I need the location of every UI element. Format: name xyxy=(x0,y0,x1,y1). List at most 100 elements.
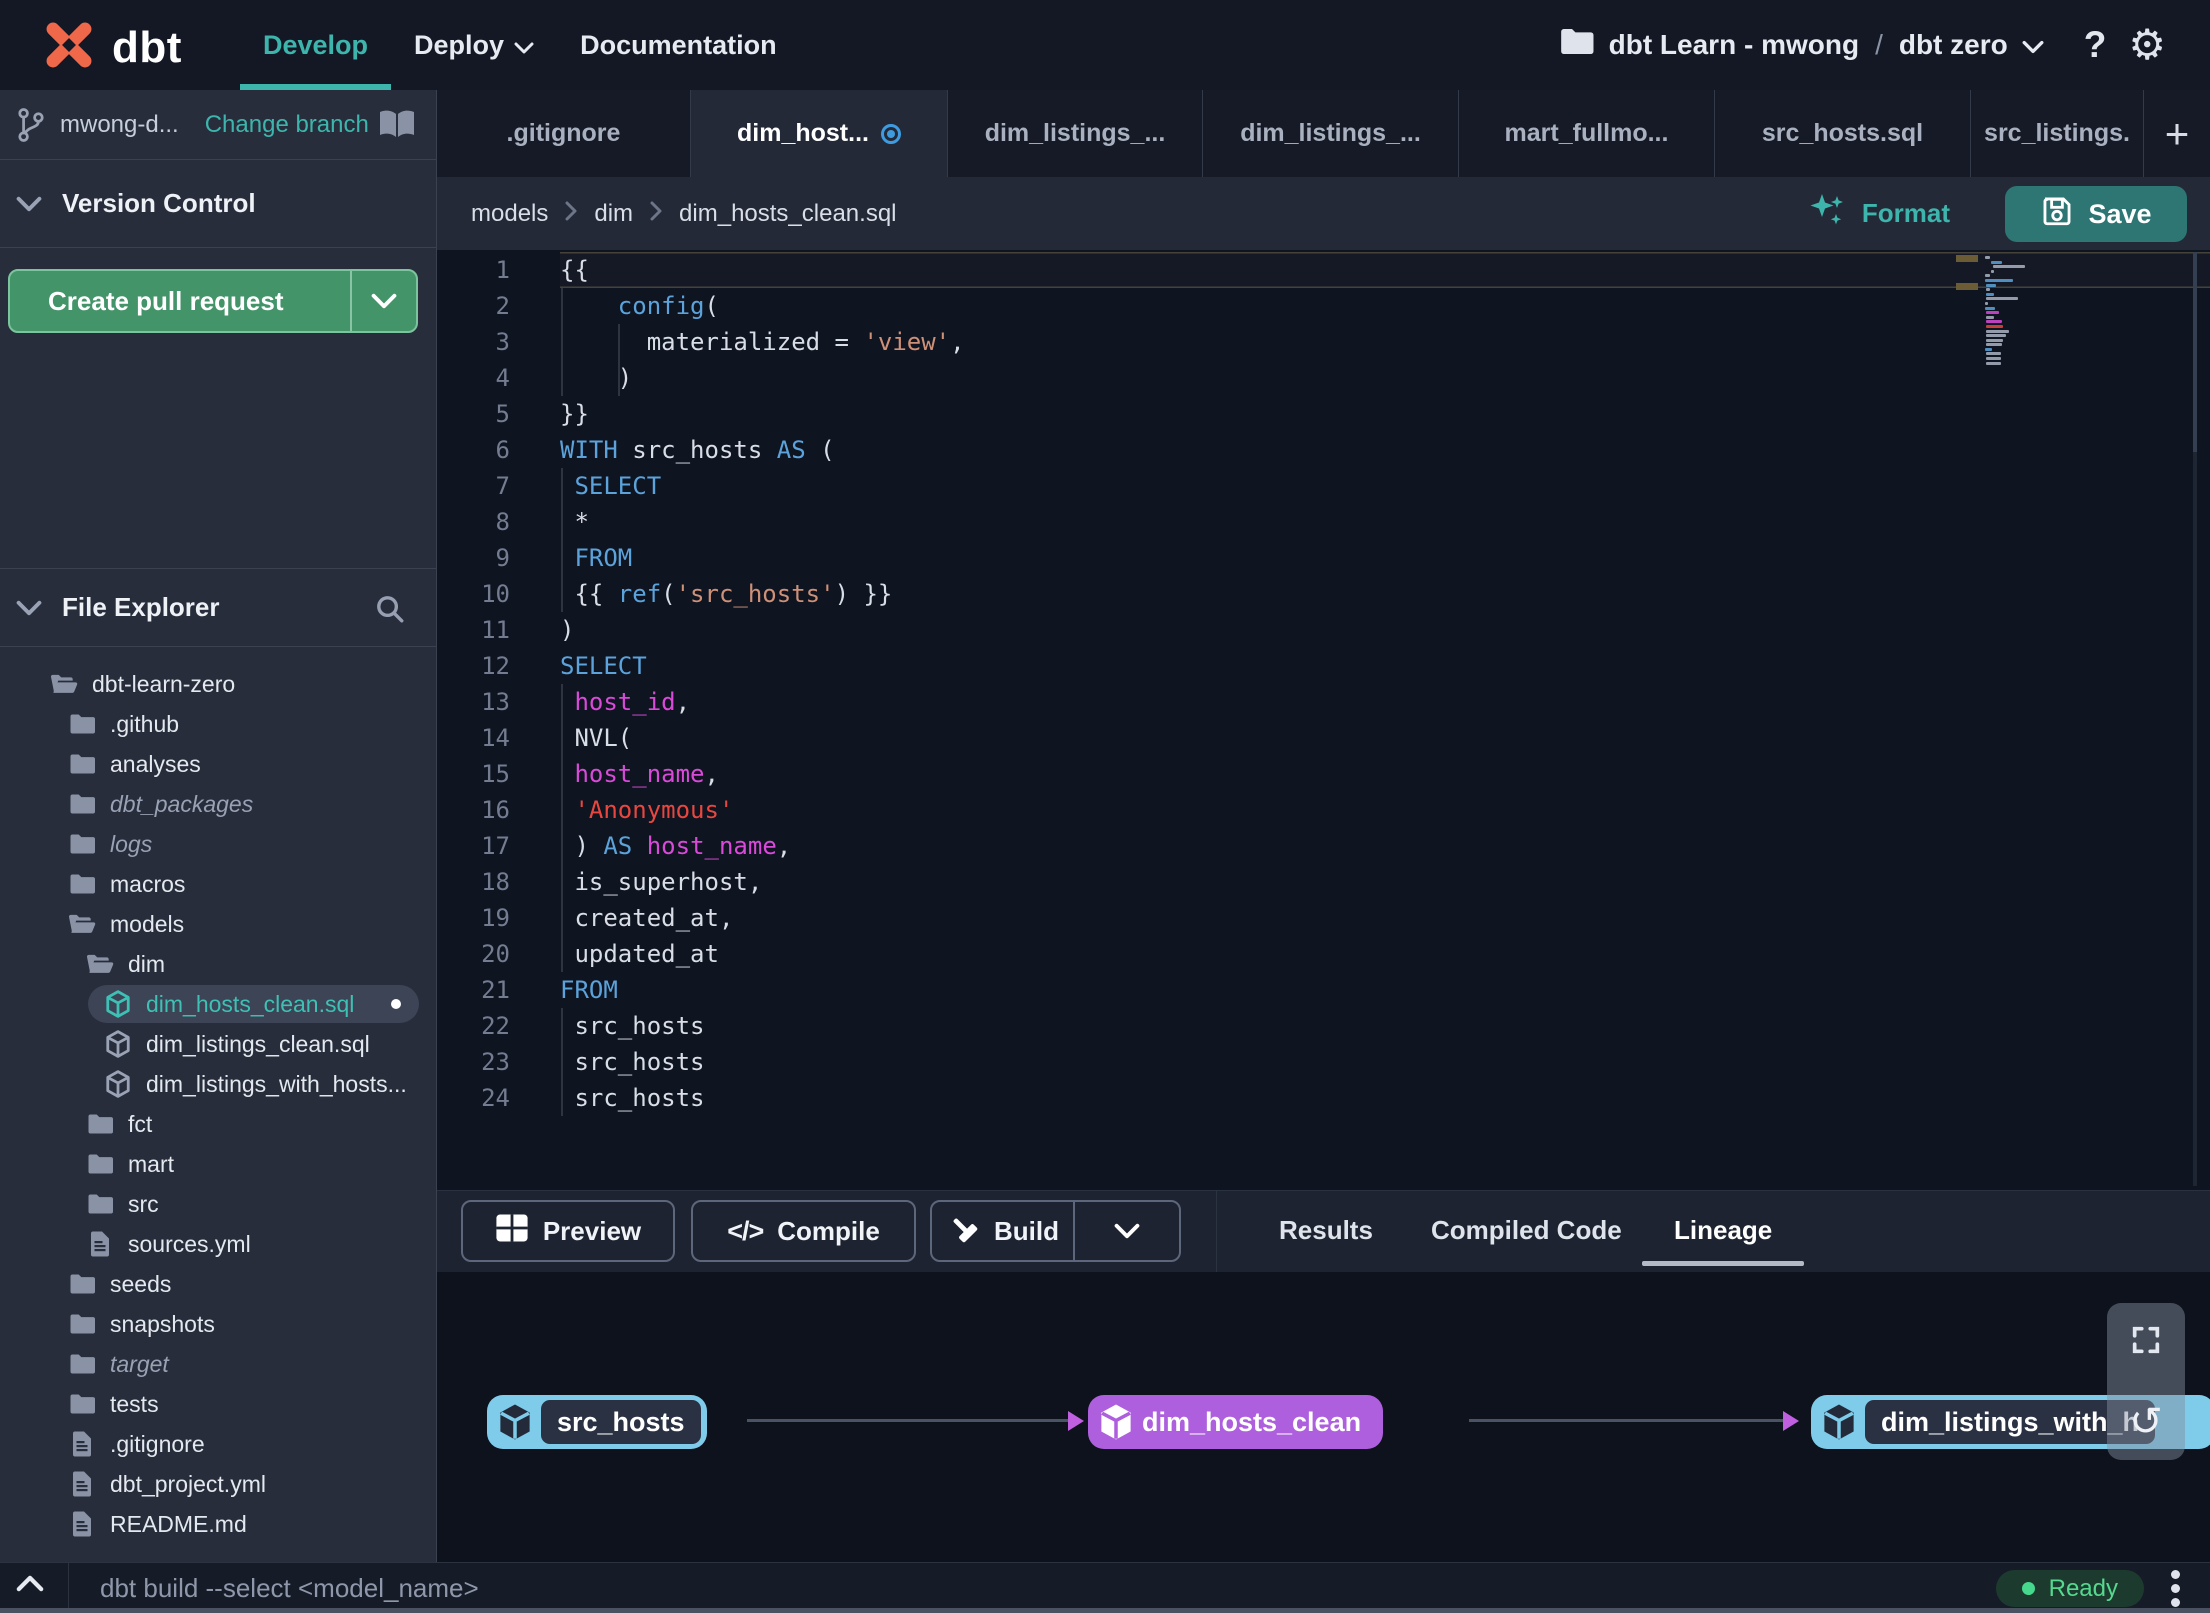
build-button[interactable]: Build xyxy=(930,1200,1181,1262)
code-line: 23 src_hosts xyxy=(437,1044,2210,1080)
lineage-controls: ↺ xyxy=(2107,1303,2185,1460)
hammer-icon xyxy=(946,1212,980,1251)
panel-tab-compiled-code[interactable]: Compiled Code xyxy=(1431,1191,1622,1270)
folder-open-icon xyxy=(68,913,96,935)
scrollbar-thumb[interactable] xyxy=(2193,252,2197,452)
minimap-line xyxy=(1985,306,1996,310)
project-name: dbt Learn - mwong xyxy=(1608,29,1860,60)
tree-item-fct[interactable]: fct xyxy=(0,1104,437,1144)
tab-dim_listings_...[interactable]: dim_listings_... xyxy=(1203,90,1459,177)
kebab-menu-icon[interactable] xyxy=(2171,1570,2180,1607)
new-tab-button[interactable]: + xyxy=(2144,90,2210,177)
save-button[interactable]: Save xyxy=(2005,186,2187,242)
chevron-down-icon[interactable] xyxy=(1089,1223,1165,1239)
preview-button[interactable]: Preview xyxy=(461,1200,675,1262)
tree-item-dbt_project.yml[interactable]: dbt_project.yml xyxy=(0,1464,437,1504)
tree-item-dim_listings_with_hosts...[interactable]: dim_listings_with_hosts... xyxy=(0,1064,437,1104)
tree-item-tests[interactable]: tests xyxy=(0,1384,437,1424)
code-line: 20 updated_at xyxy=(437,936,2210,972)
tab-mart_fullmo...[interactable]: mart_fullmo... xyxy=(1459,90,1715,177)
tree-item-models[interactable]: models xyxy=(0,904,437,944)
code-line: 1{{ xyxy=(437,252,2210,288)
file-explorer-header[interactable]: File Explorer xyxy=(0,568,437,647)
dbt-logo[interactable]: dbt xyxy=(38,14,182,81)
modified-indicator-icon xyxy=(880,123,901,144)
lineage-canvas[interactable]: src_hosts dim_hosts_clean dim_listings_wit… xyxy=(437,1272,2210,1562)
tree-item-logs[interactable]: logs xyxy=(0,824,437,864)
model-cube-icon xyxy=(1821,1403,1857,1441)
change-branch-link[interactable]: Change branch xyxy=(205,111,369,139)
tree-item-label: dim_hosts_clean.sql xyxy=(146,990,355,1017)
tree-item-analyses[interactable]: analyses xyxy=(0,744,437,784)
tab-src_hosts.sql[interactable]: src_hosts.sql xyxy=(1715,90,1971,177)
tree-item-dim_hosts_clean.sql[interactable]: dim_hosts_clean.sql xyxy=(0,984,437,1024)
tree-item-dbt_packages[interactable]: dbt_packages xyxy=(0,784,437,824)
modified-dot-icon xyxy=(391,999,401,1009)
nav-item-deploy[interactable]: Deploy xyxy=(391,0,557,90)
nav-item-documentation[interactable]: Documentation xyxy=(557,0,800,90)
lineage-node-src_hosts[interactable]: src_hosts xyxy=(487,1395,707,1449)
code-line: 18 is_superhost, xyxy=(437,864,2210,900)
refresh-icon[interactable]: ↺ xyxy=(2129,1402,2163,1442)
panel-tab-results[interactable]: Results xyxy=(1279,1191,1373,1270)
code-editor[interactable]: 1{{2 config(3 materialized = 'view', 4 ) 5… xyxy=(437,250,2210,1190)
panel-tab-lineage[interactable]: Lineage xyxy=(1642,1191,1805,1270)
command-input[interactable]: dbt build --select <model_name> xyxy=(100,1563,479,1613)
minimap-line xyxy=(1986,288,1990,292)
gear-icon[interactable]: ⚙ xyxy=(2128,0,2166,90)
panel-tab-label: Results xyxy=(1279,1215,1373,1245)
code-text: FROM xyxy=(574,544,633,572)
tab-dim_host...[interactable]: dim_host... xyxy=(691,90,948,177)
tree-item-label: seeds xyxy=(110,1270,172,1297)
tab-label: dim_listings_... xyxy=(984,119,1166,147)
breadcrumb-segment: dim_hosts_clean.sql xyxy=(679,199,897,227)
tree-item-.github[interactable]: .github xyxy=(0,704,437,744)
sparkles-icon xyxy=(1806,189,1848,238)
tree-item-seeds[interactable]: seeds xyxy=(0,1264,437,1304)
status-dot-icon xyxy=(2021,1582,2035,1595)
format-button[interactable]: Format xyxy=(1806,177,1950,250)
tree-item-README.md[interactable]: README.md xyxy=(0,1504,437,1544)
tree-item-target[interactable]: target xyxy=(0,1344,437,1384)
version-control-header[interactable]: Version Control xyxy=(0,160,437,248)
code-line: 22 src_hosts xyxy=(437,1008,2210,1044)
tab-src_listings.[interactable]: src_listings. xyxy=(1971,90,2144,177)
tree-item-snapshots[interactable]: snapshots xyxy=(0,1304,437,1344)
code-line: 5}} xyxy=(437,396,2210,432)
fullscreen-icon[interactable] xyxy=(2129,1323,2163,1362)
compile-button[interactable]: </> Compile xyxy=(691,1200,916,1262)
chevron-up-icon[interactable] xyxy=(16,1575,44,1597)
project-switcher[interactable]: dbt Learn - mwong / dbt zero xyxy=(1559,27,2044,63)
sidebar: mwong-d... Change branch Version Control… xyxy=(0,90,437,1562)
nav-item-develop[interactable]: Develop xyxy=(240,0,392,90)
minimap[interactable] xyxy=(1985,256,2043,366)
tree-item-label: dim xyxy=(128,950,166,977)
create-pull-request-button[interactable]: Create pull request xyxy=(8,269,418,333)
chevron-down-icon[interactable] xyxy=(352,293,416,309)
folder-icon xyxy=(68,833,96,855)
tree-item-.gitignore[interactable]: .gitignore xyxy=(0,1424,437,1464)
tree-item-dbt-learn-zero[interactable]: dbt-learn-zero xyxy=(0,664,437,704)
tab-dim_listings_...[interactable]: dim_listings_... xyxy=(948,90,1203,177)
indent-guide xyxy=(561,684,563,972)
lineage-node-dim_hosts_clean[interactable]: dim_hosts_clean xyxy=(1088,1395,1384,1449)
status-label: Ready xyxy=(2048,1574,2118,1602)
minimap-line xyxy=(1985,347,1993,351)
folder-icon xyxy=(68,713,96,735)
line-number: 17 xyxy=(481,832,510,860)
tab-label: src_hosts.sql xyxy=(1761,119,1924,147)
tree-item-dim_listings_clean.sql[interactable]: dim_listings_clean.sql xyxy=(0,1024,437,1064)
tab-.gitignore[interactable]: .gitignore xyxy=(437,90,691,177)
tree-item-sources.yml[interactable]: sources.yml xyxy=(0,1224,437,1264)
book-icon[interactable] xyxy=(377,108,417,145)
model-cube-icon xyxy=(104,990,132,1018)
tree-item-macros[interactable]: macros xyxy=(0,864,437,904)
tree-item-src[interactable]: src xyxy=(0,1184,437,1224)
folder-icon xyxy=(68,1353,96,1375)
search-icon[interactable] xyxy=(374,593,405,629)
tree-item-mart[interactable]: mart xyxy=(0,1144,437,1184)
help-button[interactable]: ? xyxy=(2084,24,2107,66)
model-cube-icon xyxy=(104,1030,132,1058)
nav-item-label: Develop xyxy=(263,29,369,60)
tree-item-dim[interactable]: dim xyxy=(0,944,437,984)
